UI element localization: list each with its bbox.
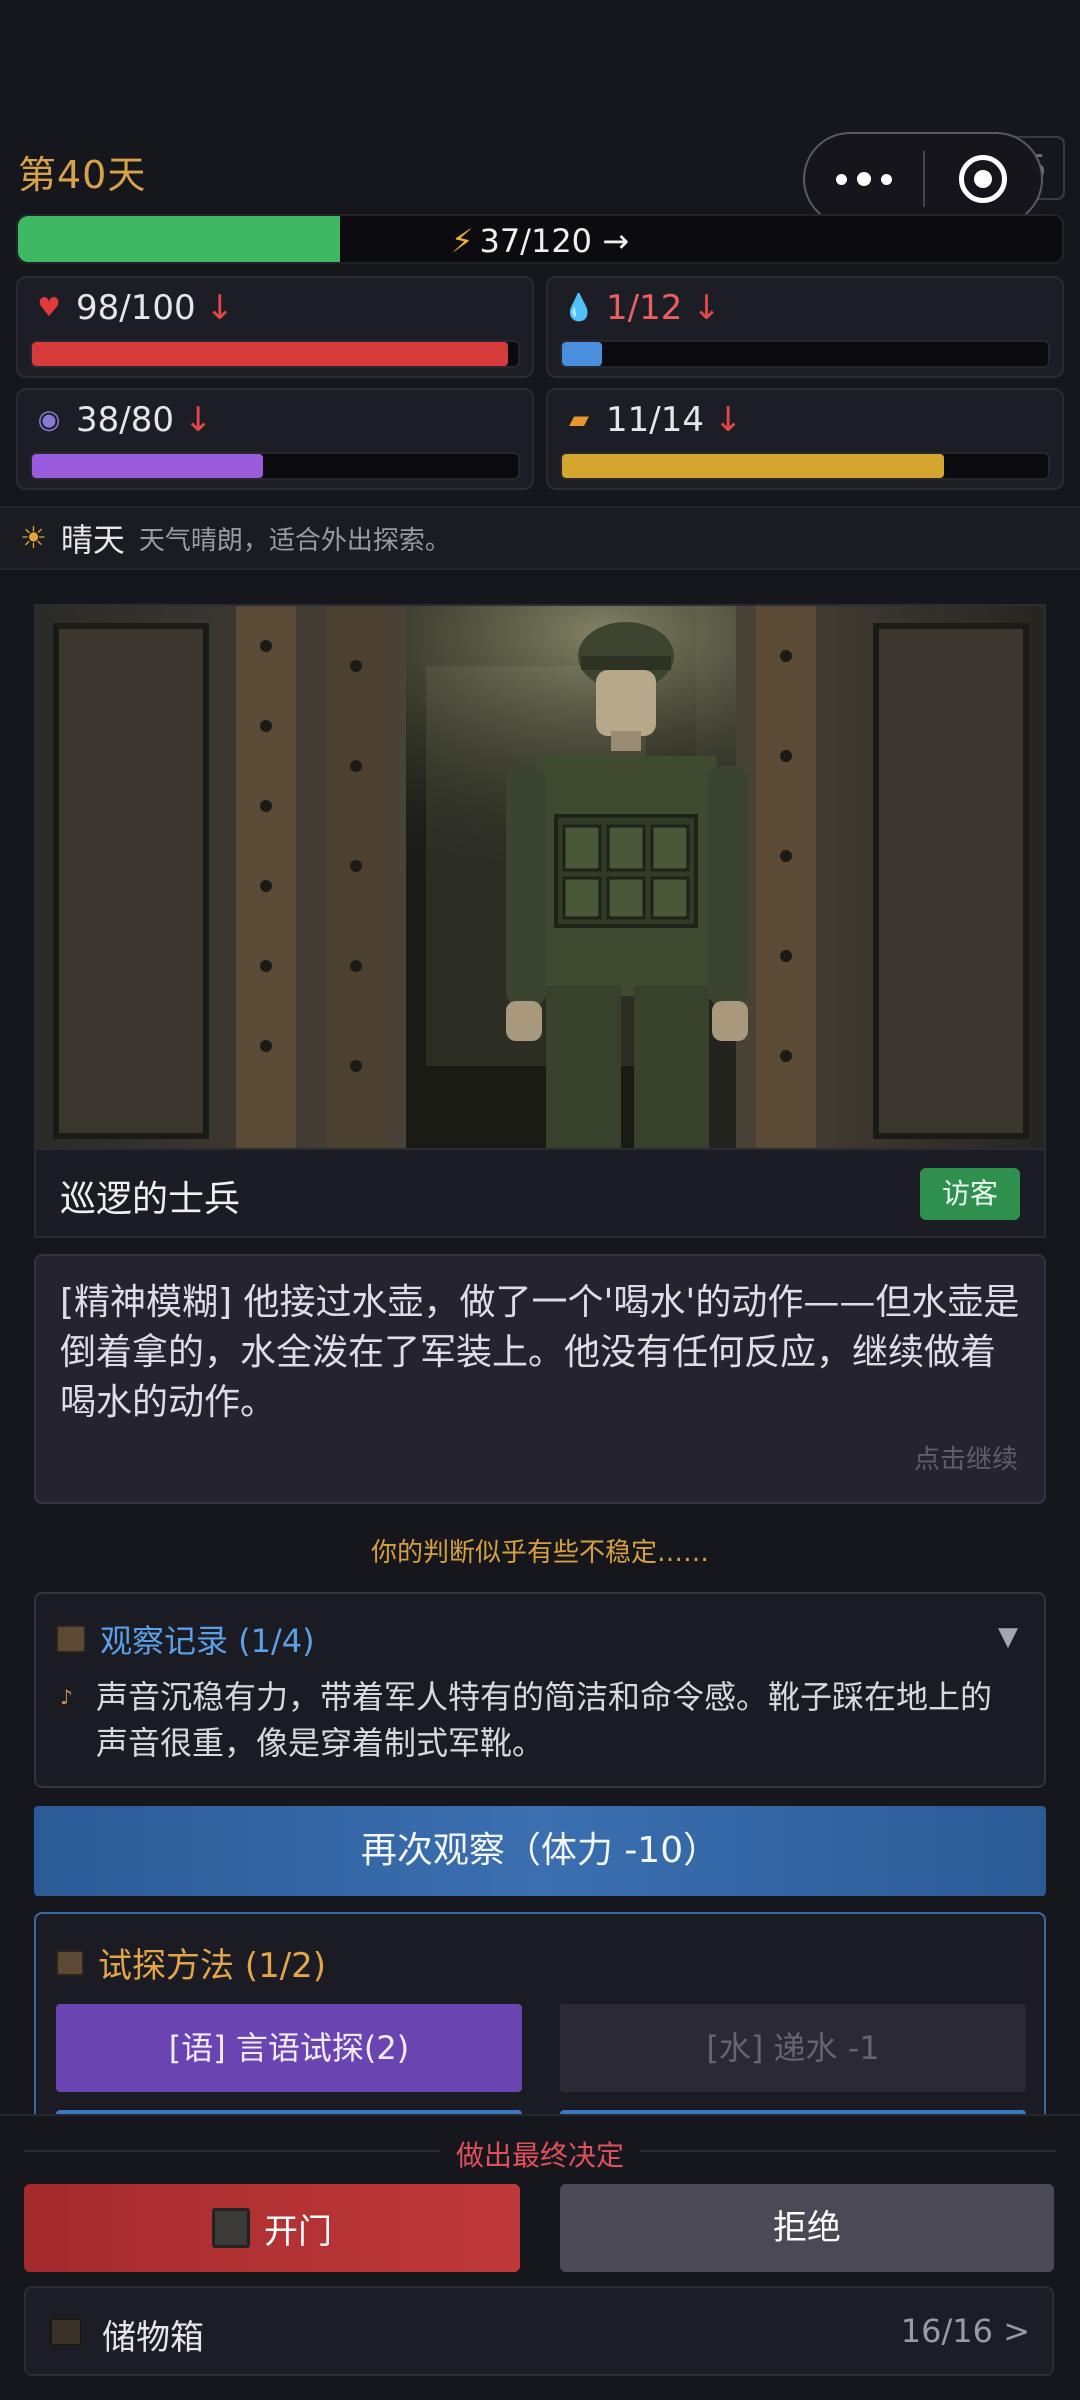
- observation-header[interactable]: 观察记录 (1/4): [56, 1616, 315, 1662]
- close-miniprogram-button[interactable]: [925, 155, 1041, 203]
- visitor-tag-badge: 访客: [919, 1168, 1020, 1220]
- weather-bar: ☀ 晴天 天气晴朗，适合外出探索。: [0, 506, 1080, 570]
- health-fill: [32, 342, 509, 366]
- storage-box-row[interactable]: 储物箱 16/16 >: [24, 2286, 1054, 2376]
- more-button[interactable]: [805, 134, 923, 224]
- weather-description: 天气晴朗，适合外出探索。: [138, 525, 451, 556]
- visitor-name: 巡逻的士兵: [60, 1179, 241, 1220]
- water-value: 1/12: [606, 288, 683, 328]
- health-trend-arrow: ↓: [205, 288, 235, 328]
- refuse-button[interactable]: 拒绝: [560, 2184, 1054, 2272]
- lightning-icon: ⚡: [450, 222, 474, 260]
- sound-icon: ♪: [60, 1685, 73, 1709]
- observation-item-text: 声音沉稳有力，带着军人特有的简洁和命令感。靴子踩在地上的声音很重，像是穿着制式军…: [96, 1678, 993, 1762]
- mind-value: 38/80: [76, 400, 174, 440]
- storage-count: 16/16 >: [900, 2312, 1030, 2350]
- food-trend-arrow: ↓: [713, 400, 743, 440]
- day-counter: 第40天: [18, 153, 147, 197]
- food-stat: ▰ 11/14 ↓: [546, 388, 1064, 490]
- water-trend-arrow: ↓: [692, 288, 721, 328]
- collapse-toggle-icon[interactable]: ▼: [998, 1622, 1018, 1652]
- dot-icon: [881, 173, 892, 185]
- water-drop-icon: 💧: [562, 293, 596, 323]
- chest-icon: [50, 2318, 82, 2346]
- health-stat: ♥ 98/100 ↓: [16, 276, 534, 378]
- notebook-icon: [56, 1625, 86, 1653]
- bread-icon: ▰: [569, 405, 589, 435]
- water-stat: 💧 1/12 ↓: [546, 276, 1064, 378]
- observation-title: 观察记录 (1/4): [100, 1622, 315, 1660]
- decision-label: 做出最终决定: [455, 2139, 624, 2172]
- mind-trend-arrow: ↓: [183, 400, 213, 440]
- visitor-name-bar: 巡逻的士兵 访客: [34, 1150, 1046, 1238]
- verbal-probe-button[interactable]: [语] 言语试探(2): [56, 2004, 522, 2092]
- tap-to-continue-hint: 点击继续: [913, 1445, 1018, 1475]
- probe-title: 试探方法 (1/2): [98, 1946, 327, 1986]
- food-fill: [562, 454, 944, 478]
- judgment-warning: 你的判断似乎有些不稳定……: [370, 1538, 709, 1568]
- probe-panel: 试探方法 (1/2) [语] 言语试探(2) [水] 递水 -1: [34, 1912, 1046, 2142]
- storage-label: 储物箱: [102, 2318, 204, 2358]
- dialog-text: [精神模糊] 他接过水壶，做了一个'喝水'的动作——但水壶是倒着拿的，水全泼在了…: [60, 1282, 1020, 1423]
- door-icon: [212, 2208, 250, 2248]
- probe-icon: [56, 1949, 84, 1976]
- observation-panel: 观察记录 (1/4) ▼ ♪ 声音沉稳有力，带着军人特有的简洁和命令感。靴子踩在地…: [34, 1592, 1046, 1788]
- target-icon: [959, 155, 1007, 203]
- dot-icon: [857, 172, 871, 186]
- energy-text: ⚡ 37/120 →: [18, 222, 1062, 260]
- sun-icon: ☀: [20, 520, 47, 556]
- food-value: 11/14: [606, 400, 704, 440]
- brain-icon: ◉: [37, 405, 61, 435]
- energy-bar: ⚡ 37/120 →: [16, 214, 1064, 264]
- energy-value: 37/120 →: [479, 222, 630, 260]
- mini-program-capsule: [803, 132, 1043, 226]
- dot-icon: [836, 173, 847, 185]
- water-fill: [562, 342, 603, 366]
- open-door-label: 开门: [264, 2211, 332, 2252]
- visitor-portrait: [34, 604, 1046, 1150]
- weather-name: 晴天: [60, 521, 125, 559]
- observation-item: ♪ 声音沉稳有力，带着军人特有的简洁和命令感。靴子踩在地上的声音很重，像是穿着制式…: [60, 1674, 1014, 1766]
- heart-icon: ♥: [37, 293, 61, 323]
- give-water-button[interactable]: [水] 递水 -1: [560, 2004, 1026, 2092]
- mind-fill: [32, 454, 263, 478]
- observe-again-button[interactable]: 再次观察（体力 -10）: [34, 1806, 1046, 1896]
- mind-stat: ◉ 38/80 ↓: [16, 388, 534, 490]
- open-door-button[interactable]: 开门: [24, 2184, 520, 2272]
- health-value: 98/100: [76, 288, 196, 328]
- dialog-box[interactable]: [精神模糊] 他接过水壶，做了一个'喝水'的动作——但水壶是倒着拿的，水全泼在了…: [34, 1254, 1046, 1504]
